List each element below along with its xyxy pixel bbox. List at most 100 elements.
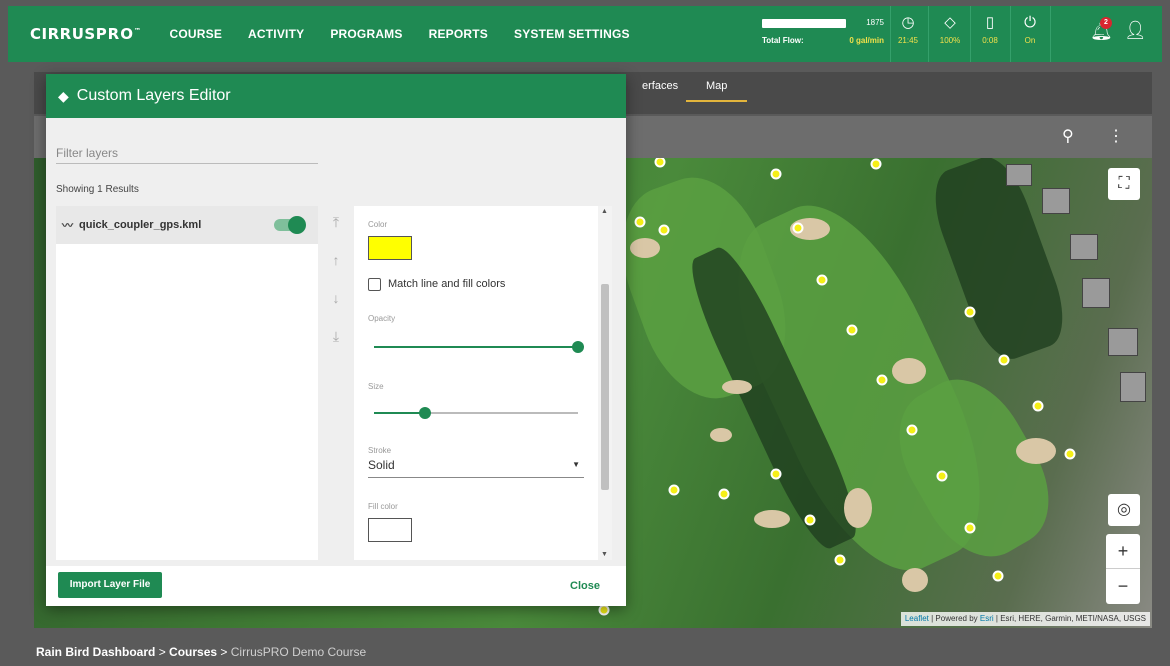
top-navbar: CIRRUSPRO™ COURSE ACTIVITY PROGRAMS REPO… [8, 6, 1162, 62]
scroll-down-icon[interactable]: ▼ [601, 551, 608, 558]
house [1070, 234, 1098, 260]
map-marker[interactable] [870, 158, 882, 170]
map-marker[interactable] [876, 374, 888, 386]
leaflet-link[interactable]: Leaflet [905, 614, 929, 623]
locate-button[interactable]: ◎ [1108, 494, 1140, 526]
import-layer-button[interactable]: Import Layer File [58, 572, 162, 598]
fullscreen-button[interactable]: ⛶ [1108, 168, 1140, 200]
stroke-value: Solid [368, 458, 395, 472]
close-button[interactable]: Close [570, 580, 600, 592]
fill-color-swatch[interactable] [368, 518, 412, 542]
map-marker[interactable] [658, 224, 670, 236]
stat-power-value: On [1024, 36, 1036, 45]
stroke-select[interactable]: Solid ▼ [368, 458, 584, 478]
zoom-out-button[interactable]: − [1106, 569, 1140, 604]
bunker [902, 568, 928, 592]
stat-water[interactable]: ◇ 100% [932, 14, 968, 45]
map-marker[interactable] [598, 604, 610, 616]
scrollbar[interactable]: ▲ ▼ [598, 206, 612, 560]
map-marker[interactable] [846, 324, 858, 336]
map-marker[interactable] [792, 222, 804, 234]
bunker [892, 358, 926, 384]
stat-clock-value: 21:45 [897, 36, 919, 45]
bunker [1016, 438, 1056, 464]
opacity-slider[interactable] [374, 341, 584, 353]
user-menu-button[interactable]: 👤︎ [1124, 20, 1147, 41]
house [1042, 188, 1070, 214]
map-marker[interactable] [998, 354, 1010, 366]
size-thumb[interactable] [419, 407, 431, 419]
opacity-thumb[interactable] [572, 341, 584, 353]
map-marker[interactable] [654, 158, 666, 168]
breadcrumb: Rain Bird Dashboard > Courses > CirrusPR… [36, 645, 366, 659]
location-pin-icon[interactable]: ⚲ [1062, 126, 1074, 146]
tab-map[interactable]: Map [686, 80, 748, 102]
scroll-up-icon[interactable]: ▲ [601, 208, 608, 215]
dialog-header: ◆ Custom Layers Editor [46, 74, 626, 118]
breadcrumb-courses[interactable]: Courses [169, 645, 217, 659]
map-marker[interactable] [906, 424, 918, 436]
breadcrumb-dashboard[interactable]: Rain Bird Dashboard [36, 645, 155, 659]
map-marker[interactable] [992, 570, 1004, 582]
esri-link[interactable]: Esri [980, 614, 994, 623]
stat-battery-value: 0:08 [982, 36, 998, 45]
toggle-knob [288, 216, 306, 234]
map-marker[interactable] [816, 274, 828, 286]
layer-visibility-toggle[interactable] [274, 216, 306, 234]
more-menu-icon[interactable]: ⋮ [1108, 126, 1124, 146]
map-marker[interactable] [1032, 400, 1044, 412]
stat-clock[interactable]: ◷ 21:45 [890, 14, 926, 45]
flow-label: Total Flow: [762, 36, 804, 45]
flow-rate: 0 gal/min [849, 36, 884, 45]
logo-main: CIRRUS [30, 25, 96, 43]
move-to-bottom-icon[interactable]: ⤓ [326, 328, 346, 366]
stat-battery[interactable]: ▯ 0:08 [972, 14, 1008, 45]
map-marker[interactable] [718, 488, 730, 500]
map-marker[interactable] [770, 168, 782, 180]
nav-system-settings[interactable]: SYSTEM SETTINGS [514, 27, 630, 41]
notification-badge: 2 [1100, 17, 1112, 29]
layer-name: quick_coupler_gps.kml [79, 219, 202, 231]
breadcrumb-sep: > [155, 645, 170, 659]
nav-course[interactable]: COURSE [169, 27, 222, 41]
map-marker[interactable] [1064, 448, 1076, 460]
map-marker[interactable] [770, 468, 782, 480]
move-to-top-icon[interactable]: ⤒ [326, 214, 346, 252]
user-icon: 👤︎ [1124, 20, 1147, 40]
divider [928, 6, 929, 62]
fullscreen-icon: ⛶ [1118, 175, 1130, 192]
notifications-button[interactable]: 🔔︎ 2 [1090, 17, 1113, 42]
bunker [754, 510, 790, 528]
house [1108, 328, 1138, 356]
filter-layers-input[interactable]: Filter layers [56, 144, 318, 164]
nav-reports[interactable]: REPORTS [429, 27, 488, 41]
move-up-icon[interactable]: ↑ [326, 252, 346, 290]
stat-power[interactable]: ⏻ On [1012, 14, 1048, 45]
divider [970, 6, 971, 62]
size-slider[interactable] [374, 407, 578, 419]
crosshair-icon: ◎ [1117, 501, 1131, 518]
layer-item[interactable]: 〰 quick_coupler_gps.kml [56, 206, 318, 244]
map-marker[interactable] [936, 470, 948, 482]
dialog-body: Filter layers Showing 1 Results 〰 quick_… [46, 118, 626, 566]
scroll-thumb[interactable] [601, 284, 609, 490]
nav-programs[interactable]: PROGRAMS [330, 27, 402, 41]
map-marker[interactable] [964, 306, 976, 318]
stroke-label: Stroke [368, 446, 392, 455]
zoom-in-button[interactable]: + [1106, 534, 1140, 569]
logo[interactable]: CIRRUSPRO™ [30, 25, 141, 43]
tab-interfaces[interactable]: erfaces [642, 80, 678, 100]
map-marker[interactable] [964, 522, 976, 534]
house [1006, 164, 1032, 186]
map-marker[interactable] [668, 484, 680, 496]
divider [1050, 6, 1051, 62]
move-down-icon[interactable]: ↓ [326, 290, 346, 328]
attribution-text: | Powered by [928, 614, 980, 623]
nav-activity[interactable]: ACTIVITY [248, 27, 304, 41]
match-colors-checkbox[interactable] [368, 278, 381, 291]
line-color-swatch[interactable] [368, 236, 412, 260]
breadcrumb-sep: > [217, 645, 231, 659]
map-marker[interactable] [804, 514, 816, 526]
map-marker[interactable] [634, 216, 646, 228]
map-marker[interactable] [834, 554, 846, 566]
